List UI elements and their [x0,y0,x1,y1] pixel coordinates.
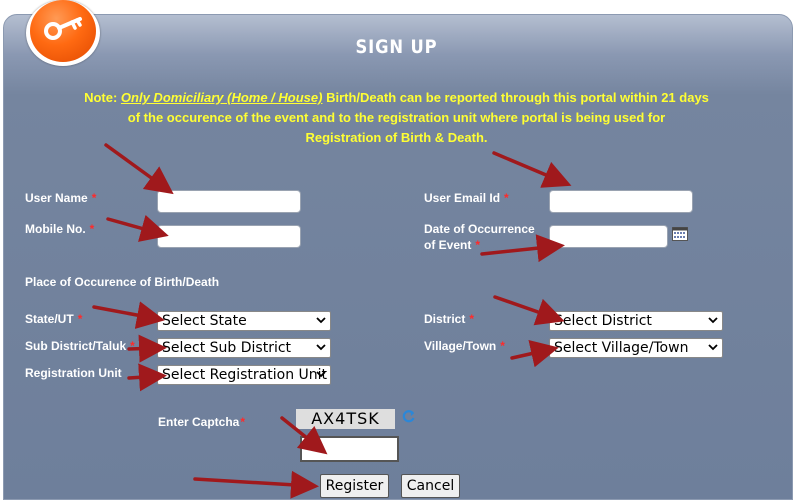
chevron-down-icon [316,344,326,351]
chevron-down-icon [316,317,326,324]
captcha-input[interactable] [300,436,399,462]
subdistrict-select[interactable]: Select Sub District [157,338,331,358]
registration-unit-select[interactable]: Select Registration Unit [157,365,331,385]
state-select[interactable]: Select State [157,311,331,331]
calendar-icon[interactable] [672,227,688,241]
note-line1: Birth/Death can be reported through this… [322,90,709,105]
village-select[interactable]: Select Village/Town [549,338,723,358]
district-select[interactable]: Select District [549,311,723,331]
user-email-label: User Email Id * [424,191,509,205]
chevron-down-icon [708,317,718,324]
user-email-input[interactable] [549,190,693,213]
page-title: SIGN UP [355,36,438,58]
mobile-input[interactable] [157,225,301,248]
register-button[interactable]: Register [320,474,389,498]
refresh-icon[interactable] [401,409,416,424]
subdistrict-label: Sub District/Taluk * [25,339,135,353]
chevron-down-icon [316,371,326,378]
note-prefix: Note: [84,90,118,105]
note-highlight: Only Domiciliary (Home / House) [120,90,323,105]
captcha-image: AX4TSK [296,409,395,429]
registration-unit-label: Registration Unit [25,366,122,380]
date-input[interactable] [549,225,668,248]
note-line2: of the occurence of the event and to the… [127,110,666,125]
state-label: State/UT * [25,312,83,326]
note-line3: Registration of Birth & Death. [305,130,488,145]
signup-panel [3,14,793,500]
date-label: Date of Occurrence of Event * [424,222,535,252]
district-label: District * [424,312,475,326]
user-name-label: User Name * [25,191,97,205]
place-heading: Place of Occurence of Birth/Death [25,275,220,289]
portal-note: Note: Only Domiciliary (Home / House) Bi… [40,88,753,148]
cancel-button[interactable]: Cancel [401,474,460,498]
village-label: Village/Town * [424,339,505,353]
chevron-down-icon [708,344,718,351]
captcha-label: Enter Captcha* [158,415,246,429]
mobile-label: Mobile No. * [25,222,95,236]
user-name-input[interactable] [157,190,301,213]
